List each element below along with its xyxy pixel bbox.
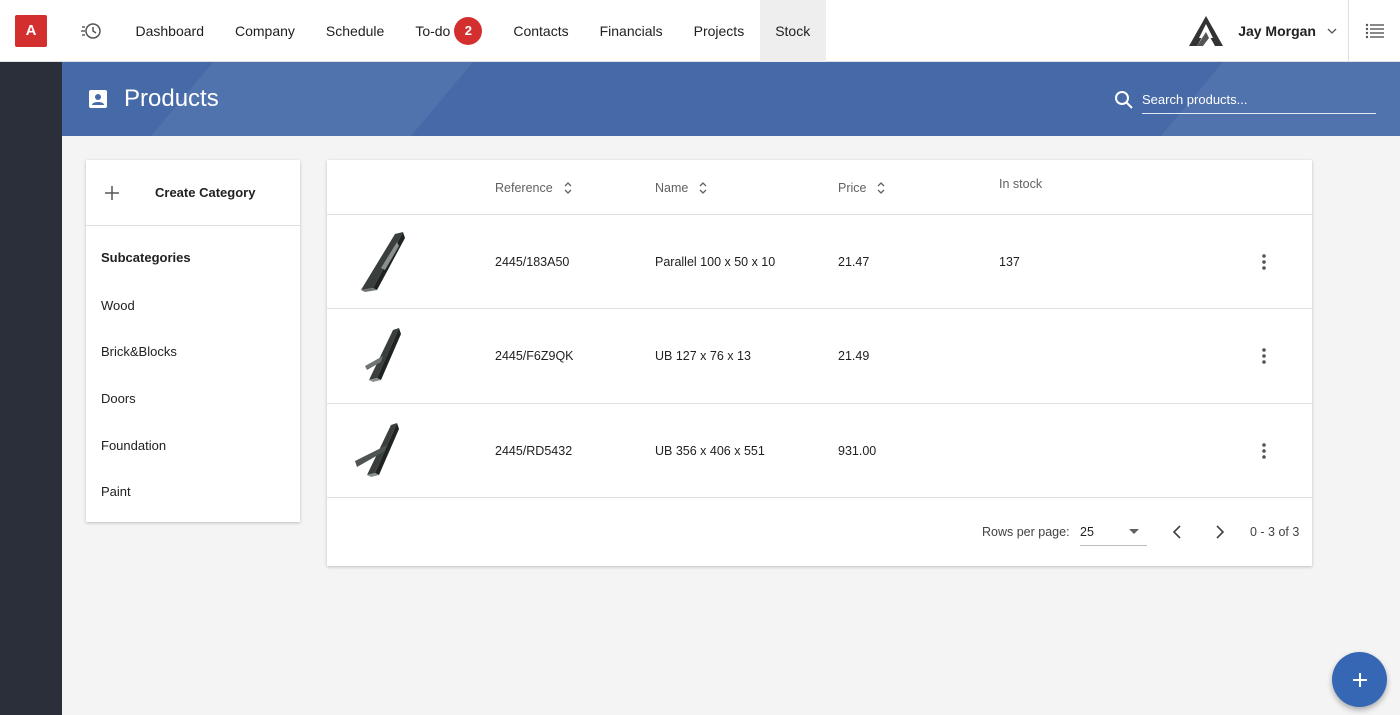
plus-icon: [86, 185, 138, 201]
next-page-button[interactable]: [1206, 518, 1234, 546]
cell-name: Parallel 100 x 50 x 10: [655, 255, 776, 269]
user-menu[interactable]: Jay Morgan: [1186, 0, 1338, 62]
cell-in-stock: 137: [999, 255, 1020, 269]
app-logo[interactable]: A: [15, 14, 47, 47]
search-icon: [1115, 91, 1133, 109]
column-label: Price: [838, 180, 867, 195]
nav-dashboard[interactable]: Dashboard: [120, 0, 220, 62]
nav-projects[interactable]: Projects: [678, 0, 760, 62]
nav-schedule[interactable]: Schedule: [310, 0, 399, 62]
row-more-button[interactable]: [1251, 434, 1277, 468]
rows-per-page-select[interactable]: 25: [1080, 518, 1147, 546]
main-nav: Dashboard Company Schedule To-do 2 Contac…: [120, 0, 826, 62]
more-vert-icon: [1262, 442, 1266, 459]
nav-contacts[interactable]: Contacts: [498, 0, 584, 62]
nav-stock[interactable]: Stock: [759, 0, 826, 62]
cell-price: 21.49: [838, 349, 870, 364]
nav-label: Company: [235, 22, 295, 39]
page-title-group: Products: [88, 62, 219, 136]
user-name: Jay Morgan: [1238, 23, 1316, 39]
subcategory-brick-blocks[interactable]: Brick&Blocks: [86, 329, 300, 376]
nav-financials[interactable]: Financials: [584, 0, 678, 62]
table-row[interactable]: 2445/RD5432 UB 356 x 406 x 551 931.00: [327, 404, 1312, 498]
cell-name: UB 356 x 406 x 551: [655, 443, 765, 458]
user-avatar: [1186, 11, 1226, 51]
column-price[interactable]: Price: [838, 160, 886, 215]
left-rail: A: [0, 0, 62, 715]
sort-icon: [878, 181, 885, 194]
column-in-stock: In stock: [999, 156, 1042, 211]
cell-reference: 2445/RD5432: [495, 443, 573, 458]
page-title: Products: [124, 85, 219, 112]
cell-reference: 2445/183A50: [495, 255, 570, 269]
sort-icon: [564, 181, 572, 194]
pagination-range: 0 - 3 of 3: [1250, 525, 1300, 539]
product-thumbnail: [361, 232, 405, 292]
create-category-label: Create Category: [155, 185, 256, 200]
table-row[interactable]: 2445/183A50 Parallel 100 x 50 x 10 21.47…: [327, 215, 1312, 310]
list-menu-button[interactable]: [1348, 0, 1400, 62]
chevron-down-icon: [1327, 28, 1337, 34]
nav-label: Projects: [693, 22, 745, 39]
column-reference[interactable]: Reference: [495, 160, 573, 215]
top-navbar: Dashboard Company Schedule To-do 2 Contac…: [62, 0, 1400, 62]
nav-label: Schedule: [325, 22, 385, 39]
row-more-button[interactable]: [1251, 245, 1277, 279]
rows-per-page-value: 25: [1080, 524, 1094, 539]
cell-price: 931.00: [838, 443, 877, 458]
plus-icon: [1352, 672, 1367, 687]
nav-label: Dashboard: [135, 22, 205, 39]
cell-name: UB 127 x 76 x 13: [655, 349, 751, 364]
nav-todo[interactable]: To-do 2: [400, 0, 498, 62]
table-header: Reference Name Price In stock: [327, 160, 1312, 215]
product-thumbnail: [365, 328, 401, 383]
table-row[interactable]: 2445/F6Z9QK UB 127 x 76 x 13 21.49: [327, 309, 1312, 404]
page-header: Products: [62, 62, 1400, 136]
chevron-right-icon: [1216, 525, 1225, 539]
add-product-button[interactable]: [1332, 652, 1387, 707]
nav-label: Financials: [599, 22, 663, 39]
cell-reference: 2445/F6Z9QK: [495, 349, 574, 364]
contact-card-icon: [89, 90, 107, 108]
more-vert-icon: [1262, 254, 1266, 270]
subcategory-foundation[interactable]: Foundation: [86, 422, 300, 469]
list-icon: [1365, 23, 1384, 39]
subcategory-doors[interactable]: Doors: [86, 375, 300, 422]
nav-label: To-do: [415, 22, 451, 39]
more-vert-icon: [1262, 348, 1266, 365]
table-pagination: Rows per page: 25 0 - 3 of 3: [327, 498, 1312, 566]
nav-label: Contacts: [513, 22, 569, 39]
category-panel: Create Category Subcategories Wood Brick…: [86, 160, 300, 522]
column-label: Reference: [495, 180, 553, 195]
product-thumbnail: [355, 422, 399, 477]
dropdown-caret-icon: [1129, 529, 1139, 534]
column-label: In stock: [999, 176, 1043, 191]
products-table: Reference Name Price In stock 2445/183A5…: [327, 160, 1312, 566]
history-button[interactable]: [62, 0, 120, 62]
logo-container: A: [0, 0, 62, 62]
chevron-left-icon: [1172, 525, 1181, 539]
search-bar: [1114, 86, 1376, 114]
subcategory-paint[interactable]: Paint: [86, 468, 300, 515]
previous-page-button[interactable]: [1163, 518, 1191, 546]
create-category-button[interactable]: Create Category: [86, 160, 300, 226]
sort-icon: [699, 181, 707, 194]
cell-price: 21.47: [838, 255, 870, 269]
column-label: Name: [655, 180, 689, 195]
history-icon: [81, 22, 101, 39]
column-name[interactable]: Name: [655, 160, 708, 215]
company-mark-icon: [1189, 16, 1224, 46]
subcategories-heading: Subcategories: [101, 250, 191, 265]
todo-count-badge: 2: [454, 16, 483, 45]
rows-per-page-label: Rows per page:: [982, 525, 1070, 539]
search-input[interactable]: [1142, 86, 1376, 114]
nav-label: Stock: [775, 22, 811, 39]
subcategory-wood[interactable]: Wood: [86, 282, 300, 329]
row-more-button[interactable]: [1251, 339, 1277, 373]
nav-company[interactable]: Company: [220, 0, 311, 62]
